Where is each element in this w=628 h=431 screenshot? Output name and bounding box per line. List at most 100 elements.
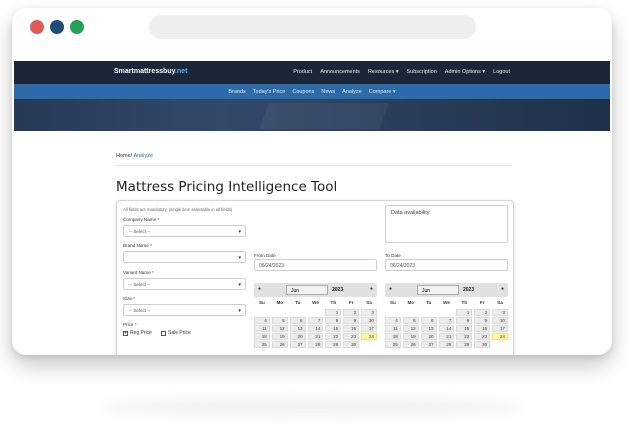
calendar-day[interactable]: 16 [474,325,491,332]
calendar-day[interactable]: 23 [474,333,491,340]
calendar-day[interactable]: 3 [361,309,377,316]
calendar-day[interactable]: 12 [271,325,288,332]
calendar-day[interactable]: 17 [492,325,508,332]
calendar-day[interactable]: 26 [402,341,419,348]
calendar-day[interactable]: 20 [420,333,437,340]
calendar-day[interactable]: 29 [325,341,342,348]
top-menu-item[interactable]: Subscription [407,69,437,75]
calendar-day[interactable]: 24 [492,333,508,340]
calendar-empty-cell [272,309,288,316]
calendar-day[interactable]: 6 [289,317,306,324]
brand-select[interactable]: ▾ [123,251,246,263]
calendar-day[interactable]: 2 [474,309,491,316]
calendar-day[interactable]: 21 [307,333,324,340]
calendar-day[interactable]: 19 [402,333,419,340]
calendar-day[interactable]: 8 [325,317,342,324]
calendar-day[interactable]: 13 [289,325,306,332]
calendar-day[interactable]: 27 [420,341,437,348]
calendar-day[interactable]: 1 [456,309,473,316]
month-select[interactable]: Jun [286,285,328,295]
calendar-day[interactable]: 19 [271,333,288,340]
calendar-day[interactable]: 4 [385,317,401,324]
calendar-day[interactable]: 18 [254,333,270,340]
calendar-day[interactable]: 3 [492,309,508,316]
calendar-day[interactable]: 23 [343,333,360,340]
sub-menu-item[interactable]: News [321,89,335,95]
calendar-day[interactable]: 29 [456,341,473,348]
calendar-day[interactable]: 11 [385,325,401,332]
calendar-empty-cell [421,309,437,316]
top-menu-item[interactable]: Product [293,69,312,75]
calendar-day[interactable]: 4 [254,317,270,324]
close-window-dot[interactable] [30,20,44,34]
floor-shadow [100,398,524,416]
calendar-day[interactable]: 21 [438,333,455,340]
top-menu-item[interactable]: Logout [493,69,510,75]
previous-month-icon[interactable]: ● [389,286,392,292]
calendar-day[interactable]: 1 [325,309,342,316]
next-month-icon[interactable]: ● [501,286,504,292]
from-date-calendar: ● Jun 2023 ● Su Mo Tu We Th Fr Sa 1 2 3 4 5 6 7 8 9 10 11… [254,283,377,355]
sale-price-checkbox[interactable] [161,330,166,336]
calendar-day[interactable]: 7 [307,317,324,324]
reg-price-checkbox[interactable]: ✔ [123,330,128,336]
calendar-day[interactable]: 11 [254,325,270,332]
calendar-day[interactable]: 14 [307,325,324,332]
calendar-day[interactable]: 8 [456,317,473,324]
calendar-day[interactable]: 20 [289,333,306,340]
sub-menu-item[interactable]: Compare ▾ [369,89,396,95]
calendar-day[interactable]: 30 [343,341,360,348]
calendar-day[interactable]: 22 [456,333,473,340]
calendar-day[interactable]: 28 [307,341,324,348]
top-menu-item[interactable]: Admin Options ▾ [445,69,485,75]
sub-menu-item[interactable]: Coupons [292,89,314,95]
top-menu-item[interactable]: Resources ▾ [368,69,399,75]
calendar-day[interactable]: 17 [361,325,377,332]
site-logo[interactable]: Smartmattressbuy.net [114,68,187,75]
calendar-day[interactable]: 7 [438,317,455,324]
calendar-day[interactable]: 10 [492,317,508,324]
variant-select[interactable]: -- Select -- ▾ [123,278,246,290]
calendar-day[interactable]: 5 [271,317,288,324]
calendar-day[interactable]: 30 [474,341,491,348]
calendar-day[interactable]: 18 [385,333,401,340]
calendar-day[interactable]: 26 [271,341,288,348]
calendar-day[interactable]: 28 [438,341,455,348]
next-month-icon[interactable]: ● [370,286,373,292]
calendar-day[interactable]: 25 [254,341,270,348]
calendar-day[interactable]: 12 [402,325,419,332]
calendar-day[interactable]: 9 [474,317,491,324]
sub-menu-item[interactable]: Brands [228,89,245,95]
calendar-day[interactable]: 6 [420,317,437,324]
to-date-input[interactable]: 06/24/2023 [385,259,508,271]
calendar-empty-cell [385,309,401,316]
breadcrumb-home[interactable]: Home [116,153,131,159]
calendar-day[interactable]: 25 [385,341,401,348]
previous-month-icon[interactable]: ● [258,286,261,292]
calendar-day[interactable]: 15 [325,325,342,332]
minimize-window-dot[interactable] [50,20,64,34]
company-select[interactable]: -- Select -- ▾ [123,225,246,237]
calendar-day[interactable]: 5 [402,317,419,324]
calendar-day[interactable]: 9 [343,317,360,324]
top-menu-item[interactable]: Announcements [320,69,360,75]
maximize-window-dot[interactable] [70,20,84,34]
calendar-day[interactable]: 27 [289,341,306,348]
month-select[interactable]: Jun [417,285,459,295]
from-date-label: From Date [254,253,276,258]
calendar-day[interactable]: 10 [361,317,377,324]
sub-menu-item[interactable]: Today's Price [253,89,286,95]
calendar-day[interactable]: 22 [325,333,342,340]
calendar-day[interactable]: 14 [438,325,455,332]
calendar-day[interactable]: 2 [343,309,360,316]
calendar-day[interactable]: 24 [361,333,377,340]
calendar-day[interactable]: 16 [343,325,360,332]
reg-price-option[interactable]: ✔ Reg Price [123,330,152,336]
size-select[interactable]: -- Select -- ▾ [123,304,246,316]
from-date-input[interactable]: 06/24/2023 [254,259,377,271]
sub-menu-item[interactable]: Analyze [342,89,362,95]
address-bar[interactable] [149,15,476,39]
calendar-day[interactable]: 15 [456,325,473,332]
sale-price-option[interactable]: Sale Price [161,330,191,336]
calendar-day[interactable]: 13 [420,325,437,332]
